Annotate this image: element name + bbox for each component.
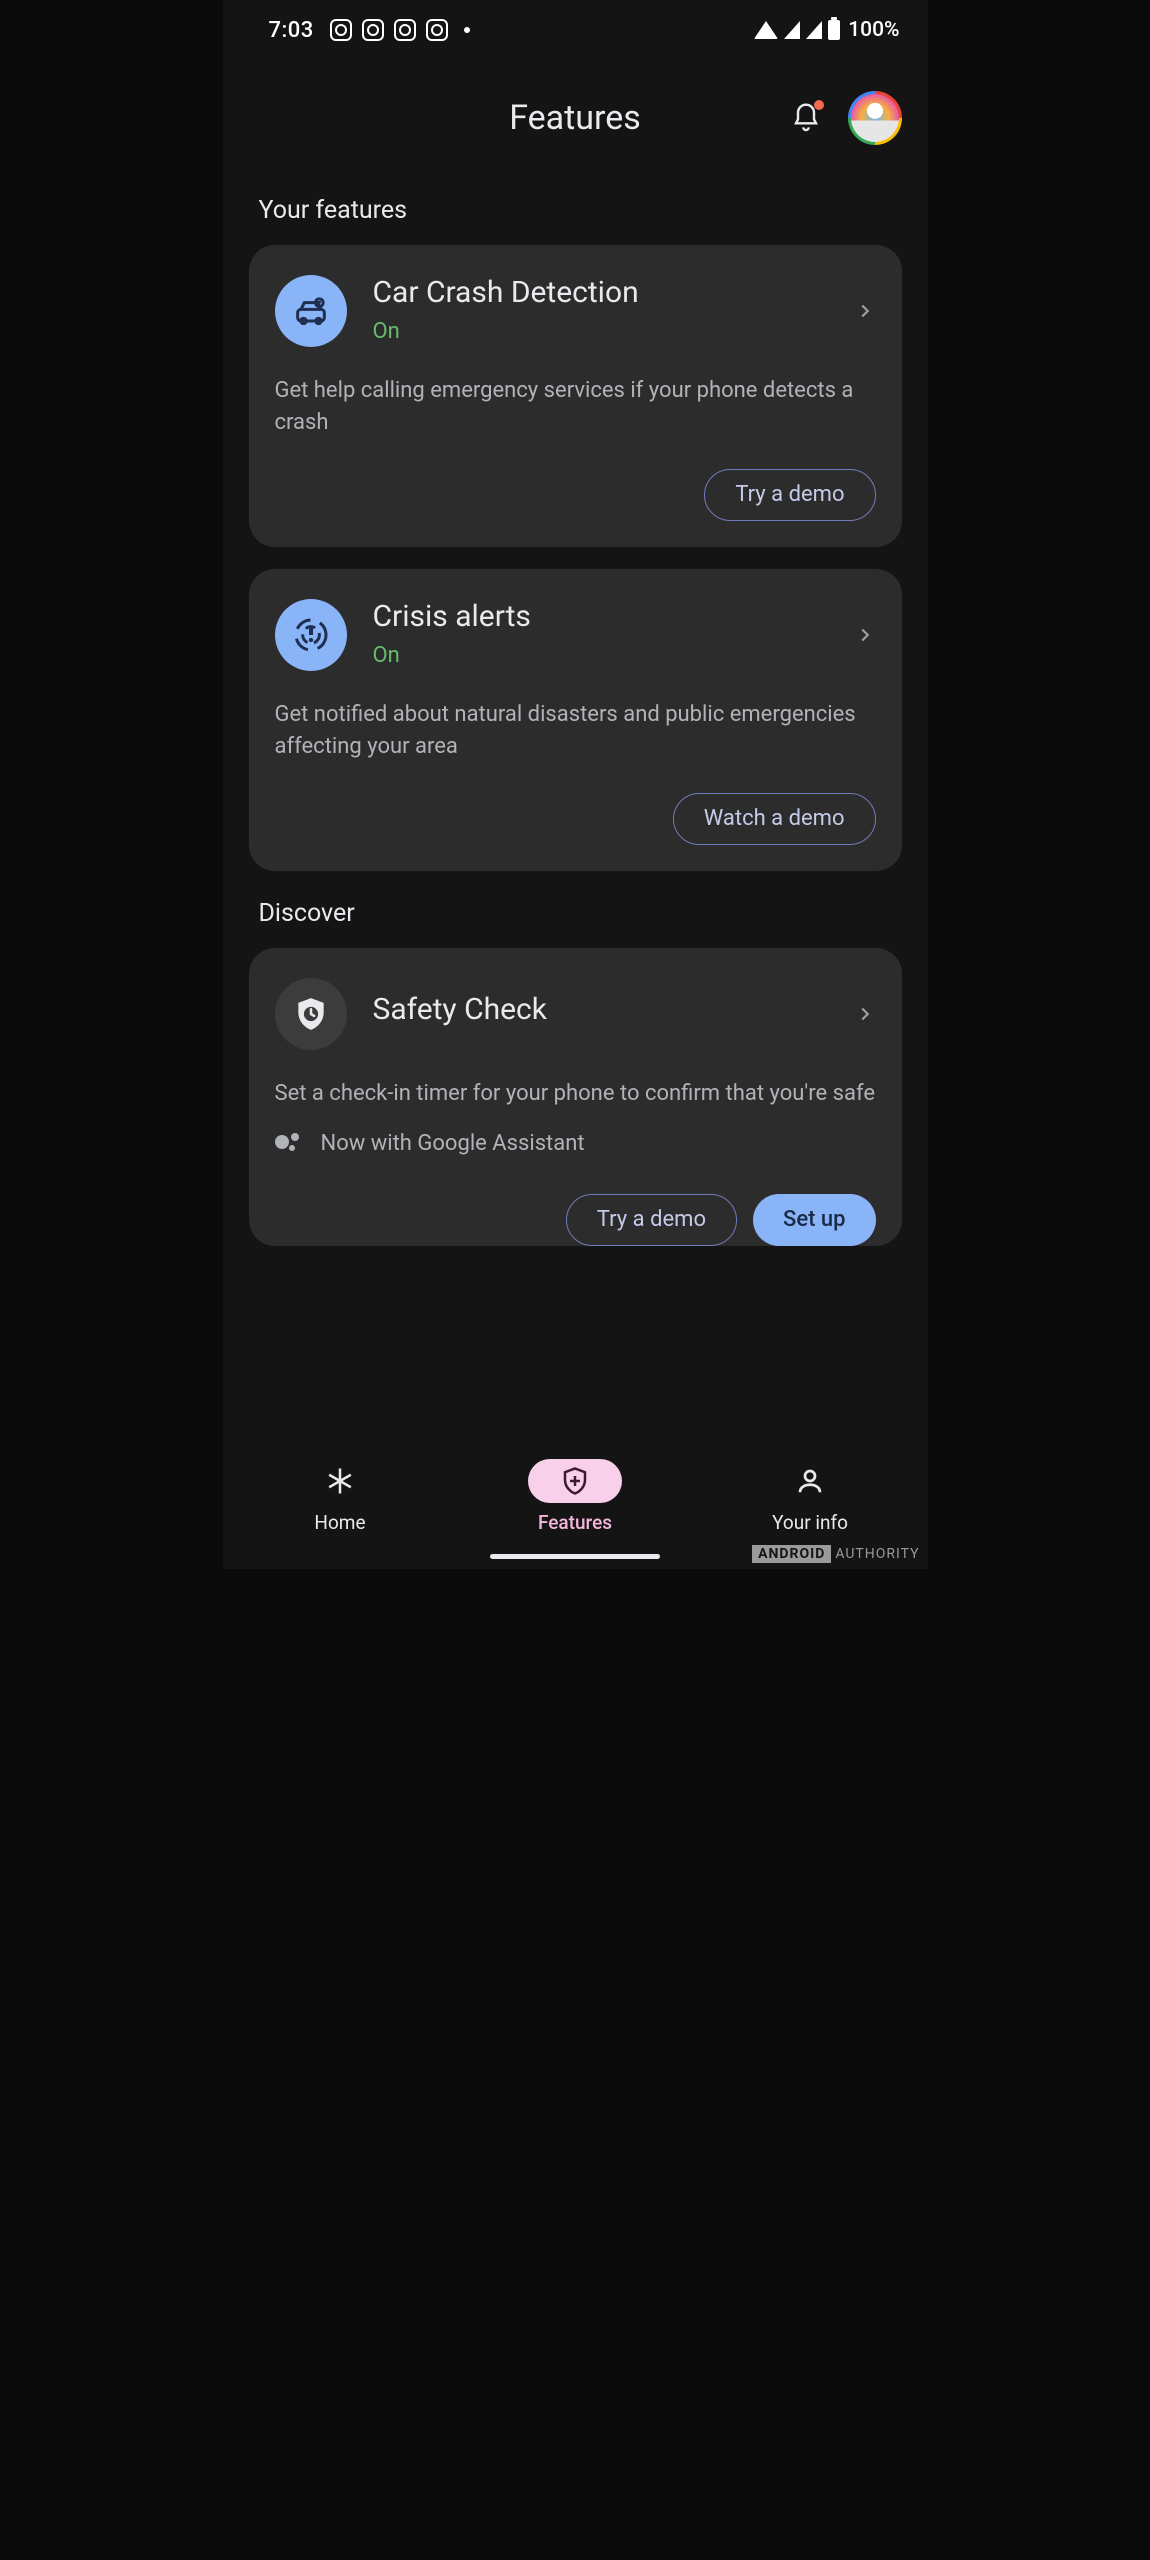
card-head: Safety Check	[275, 978, 876, 1050]
nav-label: Your info	[772, 1511, 848, 1534]
card-title: Crisis alerts	[373, 599, 828, 635]
try-demo-button[interactable]: Try a demo	[704, 469, 875, 521]
section-title-your-features: Your features	[259, 196, 892, 225]
status-right: 100%	[754, 18, 899, 42]
card-status: On	[373, 643, 828, 668]
card-titles: Safety Check	[373, 978, 828, 1028]
card-actions: Watch a demo	[275, 793, 876, 845]
notif-app-icon	[394, 19, 416, 41]
avatar-image	[851, 94, 899, 142]
battery-icon	[828, 20, 840, 40]
signal-icon	[784, 21, 800, 39]
signal-icon	[806, 21, 822, 39]
nav-your-info[interactable]: Your info	[693, 1459, 928, 1534]
try-demo-button[interactable]: Try a demo	[566, 1194, 737, 1246]
notif-app-icon	[362, 19, 384, 41]
card-titles: Car Crash Detection On	[373, 275, 828, 344]
notif-app-icon	[330, 19, 352, 41]
watermark: ANDROID AUTHORITY	[752, 1545, 919, 1563]
assistant-icon	[275, 1133, 303, 1155]
battery-percent: 100%	[848, 18, 899, 42]
notifications-button[interactable]	[790, 102, 822, 134]
feature-card-crisis-alerts[interactable]: Crisis alerts On Get notified about natu…	[249, 569, 902, 871]
car-crash-icon	[275, 275, 347, 347]
set-up-button[interactable]: Set up	[753, 1194, 876, 1246]
nav-home[interactable]: Home	[223, 1459, 458, 1534]
profile-avatar[interactable]	[848, 91, 902, 145]
content-scroll[interactable]: Your features Car Crash Detection On	[223, 168, 928, 1445]
person-icon	[795, 1466, 825, 1496]
page-header: Features	[223, 68, 928, 168]
card-description: Get help calling emergency services if y…	[275, 375, 876, 439]
watch-demo-button[interactable]: Watch a demo	[673, 793, 876, 845]
card-head: Car Crash Detection On	[275, 275, 876, 347]
device-frame: 7:03 100% Features	[223, 0, 928, 1569]
nav-features[interactable]: Features	[458, 1459, 693, 1534]
notif-app-icon	[426, 19, 448, 41]
card-title: Safety Check	[373, 992, 828, 1028]
safety-check-icon	[275, 978, 347, 1050]
notification-dot	[814, 100, 824, 110]
card-titles: Crisis alerts On	[373, 599, 828, 668]
card-actions: Try a demo	[275, 469, 876, 521]
section-title-discover: Discover	[259, 899, 892, 928]
status-left: 7:03	[269, 18, 470, 43]
shield-plus-icon	[560, 1466, 590, 1496]
feature-card-car-crash[interactable]: Car Crash Detection On Get help calling …	[249, 245, 902, 547]
status-bar: 7:03 100%	[223, 0, 928, 60]
page-title: Features	[509, 98, 641, 138]
bottom-nav: Home Features Your info ANDROID AUTHORIT…	[223, 1445, 928, 1569]
card-actions: Try a demo Set up	[275, 1194, 876, 1246]
card-description: Get notified about natural disasters and…	[275, 699, 876, 763]
card-description: Set a check-in timer for your phone to c…	[275, 1078, 876, 1110]
chevron-right-icon	[854, 1003, 876, 1025]
nav-label: Features	[538, 1511, 612, 1534]
gesture-bar[interactable]	[490, 1554, 660, 1559]
assistant-text: Now with Google Assistant	[321, 1131, 585, 1156]
nav-label: Home	[314, 1511, 365, 1534]
notif-overflow-dot	[464, 27, 470, 33]
status-time: 7:03	[269, 18, 314, 43]
assistant-row: Now with Google Assistant	[275, 1131, 876, 1156]
chevron-right-icon	[854, 300, 876, 322]
chevron-right-icon	[854, 624, 876, 646]
card-title: Car Crash Detection	[373, 275, 828, 311]
feature-card-safety-check[interactable]: Safety Check Set a check-in timer for yo…	[249, 948, 902, 1247]
header-actions	[790, 91, 902, 145]
asterisk-icon	[325, 1466, 355, 1496]
card-status: On	[373, 319, 828, 344]
card-head: Crisis alerts On	[275, 599, 876, 671]
wifi-icon	[754, 21, 778, 39]
crisis-alert-icon	[275, 599, 347, 671]
